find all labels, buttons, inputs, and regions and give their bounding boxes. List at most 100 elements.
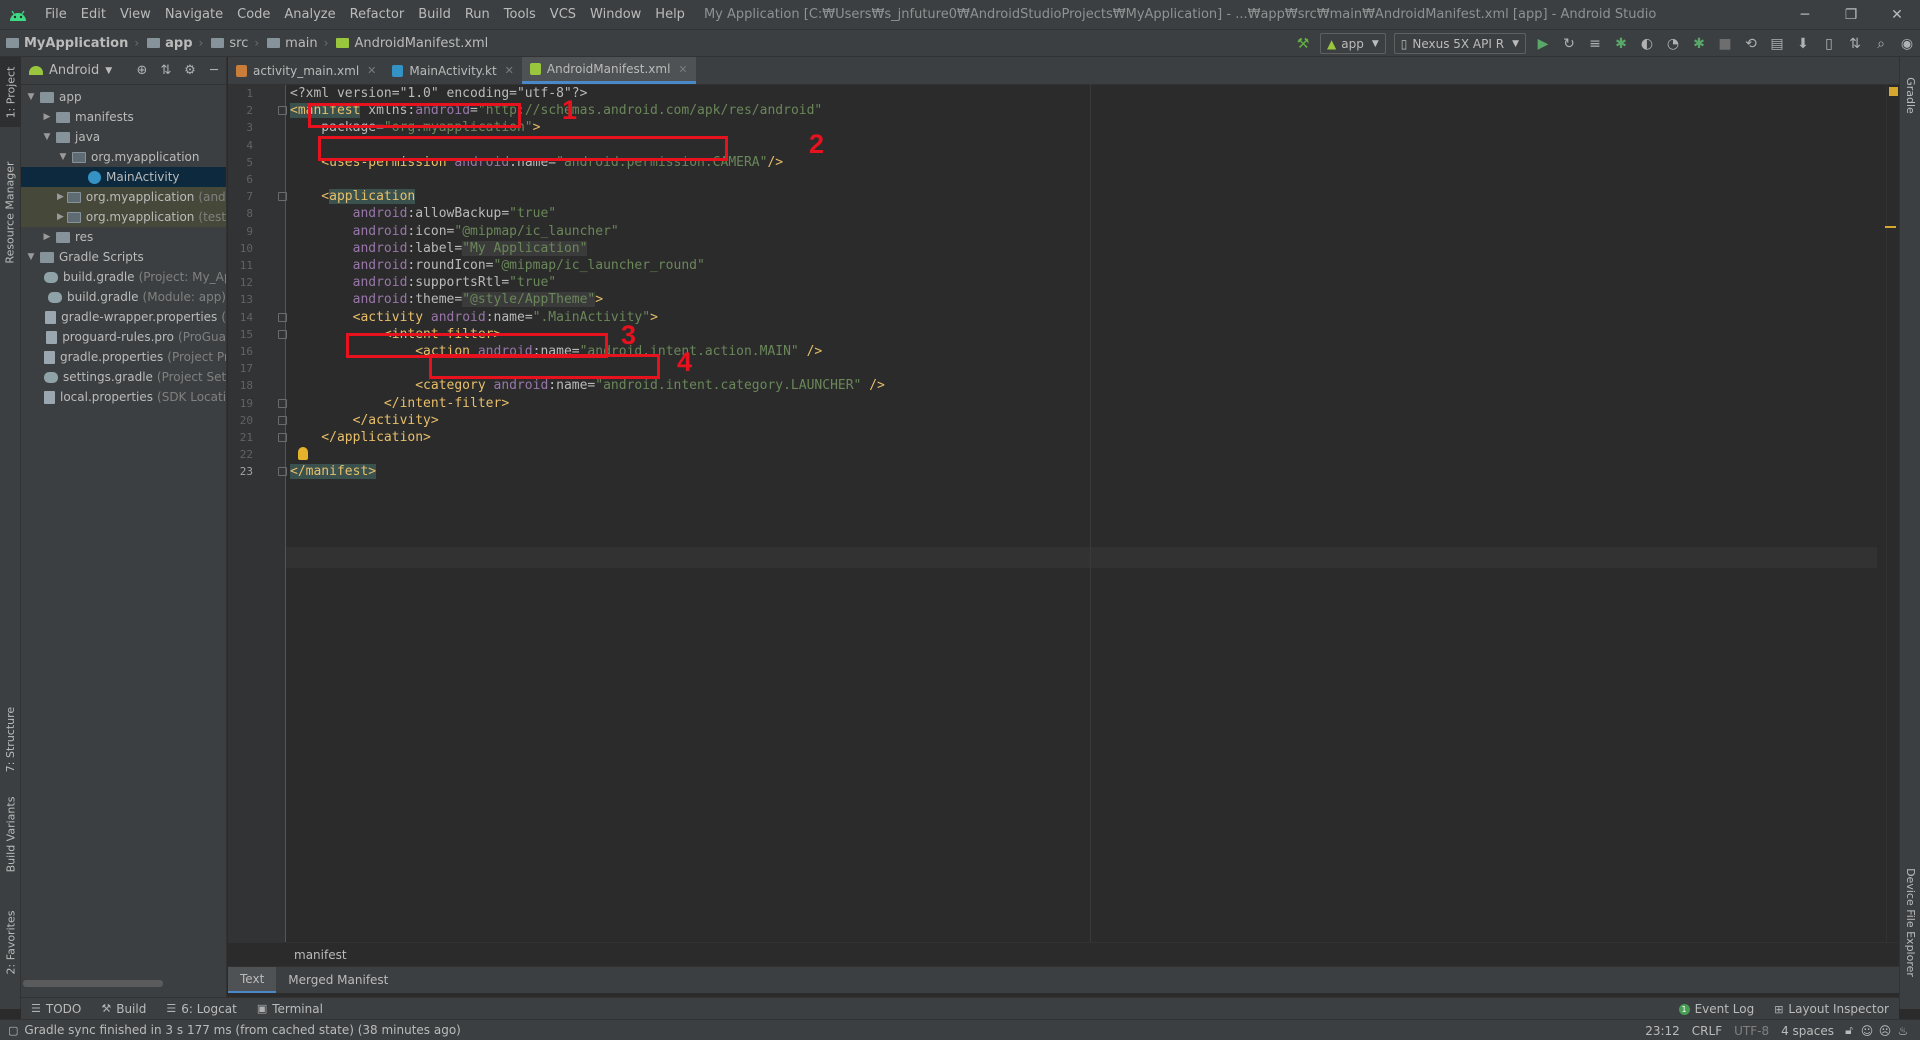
- tool-window-layout-inspector[interactable]: ⊞ Layout Inspector: [1764, 1002, 1899, 1016]
- fold-marker-icon[interactable]: [278, 313, 287, 322]
- fold-marker-icon[interactable]: [278, 106, 287, 115]
- chevron-down-icon[interactable]: ▼: [105, 66, 112, 76]
- line-separator[interactable]: CRLF: [1686, 1024, 1728, 1038]
- coverage-icon[interactable]: ◐: [1634, 31, 1660, 57]
- avd-manager-icon[interactable]: ▯: [1816, 31, 1842, 57]
- profile-icon[interactable]: ◔: [1660, 31, 1686, 57]
- editor-tab[interactable]: AndroidManifest.xml ✕: [521, 57, 696, 84]
- minimize-button[interactable]: ─: [1782, 0, 1828, 29]
- menu-refactor[interactable]: Refactor: [343, 0, 412, 29]
- code-editor[interactable]: 1 2 3 4 5 6 7 8 9 10 11 12 13 14 15 16 17 18 19 20 21 22 23 <?…: [228, 85, 1899, 942]
- locate-file-icon[interactable]: ⊕: [130, 63, 154, 78]
- tree-item[interactable]: ▶ org.myapplication(andr: [21, 187, 226, 207]
- breadcrumb-project[interactable]: MyApplication: [0, 36, 132, 51]
- tab-resource-manager[interactable]: Resource Manager: [0, 152, 21, 272]
- stop-icon[interactable]: ■: [1712, 31, 1738, 57]
- close-tab-icon[interactable]: ✕: [678, 63, 687, 76]
- fold-marker-icon[interactable]: [278, 399, 287, 408]
- tab-text[interactable]: Text: [228, 967, 277, 993]
- caret-position[interactable]: 23:12: [1639, 1024, 1686, 1038]
- feedback-icon[interactable]: ☹: [1876, 1024, 1894, 1038]
- close-tab-icon[interactable]: ✕: [505, 64, 514, 77]
- make-project-hammer-icon[interactable]: ⚒: [1290, 31, 1316, 57]
- code-line[interactable]: </manifest>: [290, 461, 377, 482]
- horizontal-scrollbar[interactable]: [23, 980, 163, 987]
- hide-panel-icon[interactable]: ─: [202, 63, 226, 78]
- chevron-right-icon[interactable]: ▶: [57, 212, 64, 222]
- chevron-right-icon[interactable]: ▶: [41, 232, 53, 242]
- menu-navigate[interactable]: Navigate: [158, 0, 230, 29]
- tab-device-file-explorer[interactable]: Device File Explorer: [1900, 857, 1920, 987]
- chevron-down-icon[interactable]: ▼: [25, 92, 37, 102]
- tool-window-todo[interactable]: ☰ TODO: [21, 1002, 91, 1016]
- hector-icon[interactable]: ☺: [1858, 1024, 1876, 1038]
- toggle-tool-windows-icon[interactable]: ▢: [8, 1024, 18, 1037]
- close-button[interactable]: ✕: [1874, 0, 1920, 29]
- gradle-sync-icon[interactable]: ⇅: [1842, 31, 1868, 57]
- sdk-manager-icon[interactable]: ⬇: [1790, 31, 1816, 57]
- fold-marker-icon[interactable]: [278, 467, 287, 476]
- lock-icon[interactable]: 🔓︎: [1840, 1023, 1858, 1038]
- tree-item[interactable]: gradle.properties (Project Pr: [21, 347, 226, 367]
- apply-changes-restart-icon[interactable]: ↻: [1556, 31, 1582, 57]
- collapse-all-icon[interactable]: ⇅: [154, 63, 178, 78]
- chevron-down-icon[interactable]: ▼: [41, 132, 53, 142]
- tab-project[interactable]: 1: Project: [0, 57, 21, 127]
- tree-item[interactable]: gradle-wrapper.properties(: [21, 307, 226, 327]
- menu-run[interactable]: Run: [458, 0, 497, 29]
- menu-build[interactable]: Build: [411, 0, 458, 29]
- tree-item[interactable]: build.gradle (Project: My_Ap: [21, 267, 226, 287]
- menu-help[interactable]: Help: [648, 0, 692, 29]
- run-configuration-select[interactable]: ▲ app ▼: [1319, 33, 1386, 54]
- editor-breadcrumb-item[interactable]: manifest: [294, 948, 347, 962]
- fold-marker-icon[interactable]: [278, 416, 287, 425]
- notifications-icon[interactable]: ♨: [1894, 1024, 1912, 1038]
- chevron-down-icon[interactable]: ▼: [25, 252, 37, 262]
- run-icon[interactable]: ▶: [1530, 31, 1556, 57]
- sync-project-icon[interactable]: ⟲: [1738, 31, 1764, 57]
- chevron-down-icon[interactable]: ▼: [57, 152, 69, 162]
- breadcrumb-main[interactable]: main: [261, 36, 321, 51]
- tree-item[interactable]: ▶ manifests: [21, 107, 226, 127]
- tool-window-build[interactable]: ⚒ Build: [91, 1002, 156, 1016]
- tool-window-logcat[interactable]: ☰ 6: Logcat: [156, 1002, 246, 1016]
- chevron-right-icon[interactable]: ▶: [57, 192, 64, 202]
- tab-favorites[interactable]: 2: Favorites: [0, 897, 21, 987]
- tree-item[interactable]: ▼ org.myapplication: [21, 147, 226, 167]
- menu-window[interactable]: Window: [583, 0, 648, 29]
- breadcrumb-src[interactable]: src: [205, 36, 252, 51]
- menu-analyze[interactable]: Analyze: [277, 0, 342, 29]
- menu-vcs[interactable]: VCS: [543, 0, 583, 29]
- menu-tools[interactable]: Tools: [497, 0, 543, 29]
- tree-item[interactable]: proguard-rules.pro (ProGua: [21, 327, 226, 347]
- menu-edit[interactable]: Edit: [74, 0, 113, 29]
- fold-marker-icon[interactable]: [278, 192, 287, 201]
- tree-item[interactable]: ▼ java: [21, 127, 226, 147]
- tab-build-variants[interactable]: Build Variants: [0, 787, 21, 882]
- editor-tab[interactable]: MainActivity.kt ✕: [384, 57, 522, 84]
- project-structure-icon[interactable]: ▤: [1764, 31, 1790, 57]
- tool-window-terminal[interactable]: ▣ Terminal: [247, 1002, 333, 1016]
- lightbulb-icon[interactable]: [298, 447, 308, 460]
- editor-tab[interactable]: activity_main.xml ✕: [228, 57, 384, 84]
- tree-item[interactable]: settings.gradle (Project Sett: [21, 367, 226, 387]
- tree-item[interactable]: ▶ org.myapplication(test): [21, 207, 226, 227]
- stripe-marker[interactable]: [1885, 226, 1896, 228]
- project-view-select[interactable]: Android: [49, 63, 99, 78]
- tree-item[interactable]: MainActivity: [21, 167, 226, 187]
- tree-item[interactable]: build.gradle (Module: app): [21, 287, 226, 307]
- avatar-icon[interactable]: ◉: [1894, 31, 1920, 57]
- tab-gradle[interactable]: Gradle: [1900, 65, 1920, 125]
- gear-icon[interactable]: ⚙: [178, 63, 202, 78]
- menu-view[interactable]: View: [113, 0, 158, 29]
- apply-code-changes-icon[interactable]: ≡: [1582, 31, 1608, 57]
- tree-item[interactable]: ▼ app: [21, 87, 226, 107]
- chevron-right-icon[interactable]: ▶: [41, 112, 53, 122]
- attach-debugger-icon[interactable]: ✱: [1686, 31, 1712, 57]
- code-line[interactable]: </application>: [290, 427, 431, 448]
- tool-window-event-log[interactable]: 1 Event Log: [1669, 1002, 1765, 1016]
- tree-item[interactable]: local.properties (SDK Locati: [21, 387, 226, 407]
- close-tab-icon[interactable]: ✕: [367, 64, 376, 77]
- search-everywhere-icon[interactable]: ⌕: [1868, 31, 1894, 57]
- fold-marker-icon[interactable]: [278, 433, 287, 442]
